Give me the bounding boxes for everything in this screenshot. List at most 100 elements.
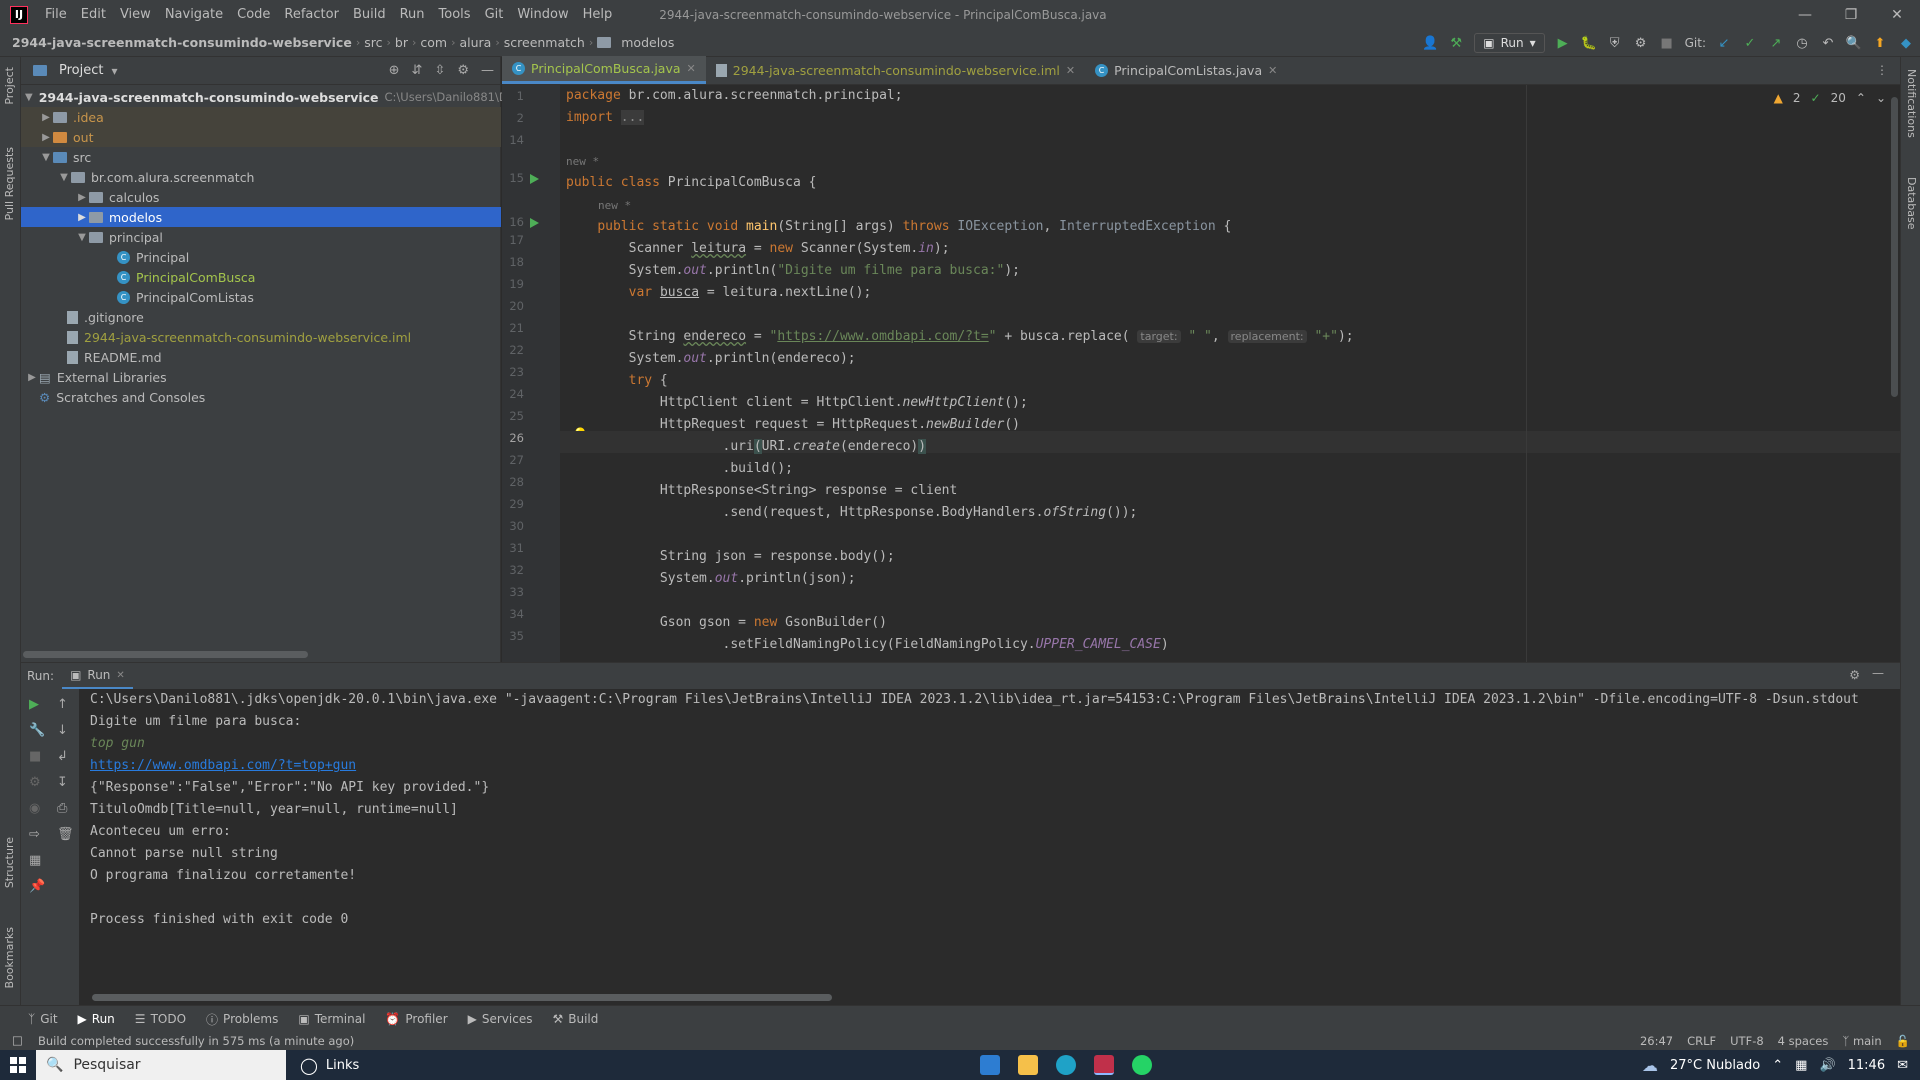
tree-item-scratches[interactable]: ⚙ Scratches and Consoles [21, 387, 501, 407]
status-toggle-icon[interactable]: □ [12, 1033, 23, 1047]
hammer-icon[interactable]: ⚒ [1448, 35, 1464, 51]
stop-icon[interactable]: ■ [1659, 35, 1675, 51]
whatsapp-icon[interactable] [1132, 1055, 1152, 1075]
code-editor[interactable]: C PrincipalComBusca.java ✕ 2944-java-scr… [502, 56, 1900, 662]
git-branch-widget[interactable]: ᛉ main [1842, 1034, 1881, 1048]
profile-icon[interactable]: ⚙ [1633, 35, 1649, 51]
tool-run[interactable]: ▶ Run [78, 1012, 115, 1026]
gear-icon[interactable]: ⚙ [457, 63, 469, 78]
stripe-project[interactable]: Project [3, 67, 16, 105]
tree-item-idea[interactable]: ▶ .idea [21, 107, 501, 127]
stop-icon[interactable]: ■ [29, 749, 41, 764]
menu-refactor[interactable]: Refactor [277, 0, 346, 29]
notifications-icon[interactable]: ✉ [1897, 1058, 1908, 1073]
intellij-app-icon[interactable] [1094, 1055, 1114, 1075]
close-icon[interactable]: ✕ [1874, 0, 1920, 29]
menu-build[interactable]: Build [346, 0, 393, 29]
tree-item-src[interactable]: ▼ src [21, 147, 501, 167]
breadcrumb-screenmatch[interactable]: screenmatch [500, 35, 589, 50]
horizontal-scrollbar[interactable] [23, 651, 308, 658]
jetbrains-icon[interactable]: ◆ [1898, 35, 1914, 51]
rollback-icon[interactable]: ↶ [1820, 35, 1836, 51]
tab-iml[interactable]: 2944-java-screenmatch-consumindo-webserv… [706, 56, 1085, 84]
menu-navigate[interactable]: Navigate [158, 0, 230, 29]
stripe-database[interactable]: Database [1905, 177, 1918, 230]
tool-profiler[interactable]: ⏰ Profiler [385, 1012, 447, 1026]
stripe-bookmarks[interactable]: Bookmarks [3, 927, 16, 988]
coverage-icon[interactable]: ⛨ [1607, 35, 1623, 51]
indent-setting[interactable]: 4 spaces [1778, 1034, 1829, 1048]
tree-item-out[interactable]: ▶ out [21, 127, 501, 147]
expand-all-icon[interactable]: ⇵ [412, 63, 423, 78]
volume-icon[interactable]: 🔊 [1819, 1058, 1835, 1073]
tree-item-class-principalcombusca[interactable]: C PrincipalComBusca [21, 267, 501, 287]
line-separator[interactable]: CRLF [1687, 1034, 1716, 1048]
tool-terminal[interactable]: ▣ Terminal [298, 1012, 365, 1026]
scroll-up-icon[interactable]: ↑ [57, 697, 68, 712]
minimize-icon[interactable]: — [1782, 0, 1828, 29]
tree-item-calculos[interactable]: ▶ calculos [21, 187, 501, 207]
lock-icon[interactable]: 🔓 [1896, 1034, 1910, 1048]
menu-run[interactable]: Run [393, 0, 432, 29]
run-icon[interactable]: ▶ [1555, 35, 1571, 51]
run-tab[interactable]: ▣ Run ✕ [62, 663, 133, 689]
user-icon[interactable]: 👤 [1422, 35, 1438, 51]
breadcrumb-modelos[interactable]: modelos [617, 35, 678, 50]
menu-help[interactable]: Help [576, 0, 620, 29]
tree-item-class-principal[interactable]: C Principal [21, 247, 501, 267]
tree-item-iml[interactable]: 2944-java-screenmatch-consumindo-webserv… [21, 327, 501, 347]
tool-build[interactable]: ⚒ Build [552, 1012, 598, 1026]
file-encoding[interactable]: UTF-8 [1730, 1034, 1764, 1048]
tree-item-gitignore[interactable]: .gitignore [21, 307, 501, 327]
tree-item-principal[interactable]: ▼ principal [21, 227, 501, 247]
menu-edit[interactable]: Edit [74, 0, 113, 29]
layout-icon[interactable]: ▦ [29, 853, 41, 868]
search-icon[interactable]: 🔍 [1846, 35, 1862, 51]
rerun-icon[interactable]: ▶ [29, 697, 39, 712]
windows-start-icon[interactable] [0, 1050, 36, 1080]
console-output[interactable]: C:\Users\Danilo881\.jdks\openjdk-20.0.1\… [90, 689, 1890, 989]
menu-code[interactable]: Code [230, 0, 277, 29]
tab-principalcombusca[interactable]: C PrincipalComBusca.java ✕ [502, 56, 706, 84]
close-icon[interactable]: ✕ [1066, 64, 1075, 77]
locate-icon[interactable]: ⊕ [389, 63, 400, 78]
breadcrumb-project[interactable]: 2944-java-screenmatch-consumindo-webserv… [8, 35, 356, 50]
menu-view[interactable]: View [113, 0, 158, 29]
menu-file[interactable]: File [38, 0, 74, 29]
network-icon[interactable]: ▦ [1795, 1058, 1807, 1073]
hide-icon[interactable]: — [481, 63, 494, 78]
close-icon[interactable]: ✕ [687, 62, 696, 75]
edge-browser-icon[interactable] [1056, 1055, 1076, 1075]
run-gutter-icon[interactable] [530, 174, 539, 184]
print-icon[interactable]: ⎙ [57, 801, 67, 816]
tool-todo[interactable]: ☰ TODO [135, 1012, 186, 1026]
tool-git[interactable]: ᛉ Git [28, 1012, 58, 1026]
links-button[interactable]: ◯ Links [300, 1056, 359, 1075]
tool-services[interactable]: ▶ Services [468, 1012, 533, 1026]
tree-item-external-libraries[interactable]: ▶ ▤ External Libraries [21, 367, 501, 387]
wrench-icon[interactable]: 🔧 [29, 723, 45, 738]
pin-icon[interactable]: 📌 [29, 879, 45, 894]
git-push-icon[interactable]: ↗ [1768, 35, 1784, 51]
caret-position[interactable]: 26:47 [1640, 1034, 1673, 1048]
menu-tools[interactable]: Tools [432, 0, 478, 29]
breadcrumb-alura[interactable]: alura [455, 35, 495, 50]
chevron-down-icon[interactable]: ▾ [111, 64, 117, 78]
tree-item-modelos[interactable]: ▶ modelos [21, 207, 501, 227]
breadcrumb-com[interactable]: com [416, 35, 451, 50]
weather-label[interactable]: 27°C Nublado [1670, 1058, 1760, 1073]
chevron-up-icon[interactable]: ⌃ [1856, 91, 1866, 105]
collapse-all-icon[interactable]: ⇳ [434, 63, 445, 78]
taskbar-search-input[interactable]: 🔍 Pesquisar [36, 1050, 286, 1080]
chevron-up-icon[interactable]: ⌃ [1772, 1058, 1783, 1073]
hide-icon[interactable]: — [1872, 666, 1884, 680]
soft-wrap-icon[interactable]: ↲ [57, 749, 68, 764]
git-commit-icon[interactable]: ✓ [1742, 35, 1758, 51]
tab-principalcomlistas[interactable]: C PrincipalComListas.java ✕ [1085, 56, 1287, 84]
stripe-notifications[interactable]: Notifications [1905, 69, 1918, 138]
camera-icon[interactable]: ◉ [29, 801, 40, 816]
breadcrumb-br[interactable]: br [391, 35, 412, 50]
menu-git[interactable]: Git [478, 0, 511, 29]
dump-threads-icon[interactable]: ⚙ [29, 775, 41, 790]
gear-icon[interactable]: ⚙ [1849, 668, 1860, 682]
